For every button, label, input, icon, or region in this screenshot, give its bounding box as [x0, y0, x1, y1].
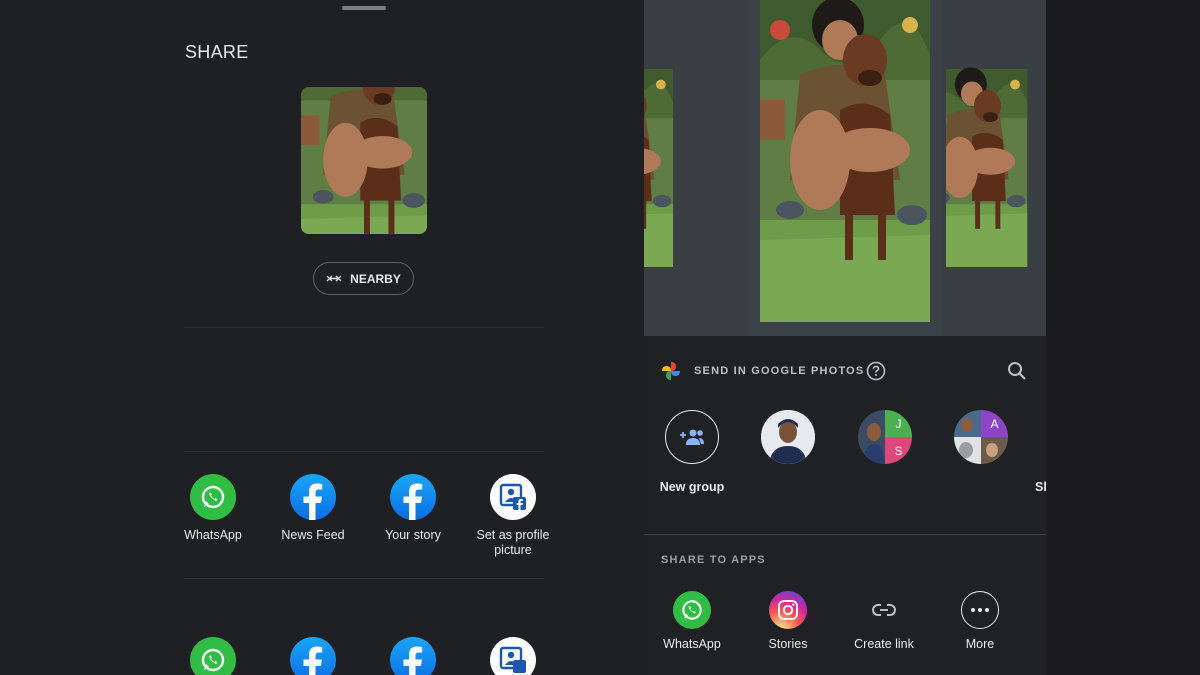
divider: [184, 327, 544, 328]
nearby-icon: [326, 275, 342, 281]
send-in-google-photos-label: SEND IN GOOGLE PHOTOS: [694, 365, 865, 377]
avatar: [761, 410, 815, 464]
group-initial: J: [885, 410, 912, 437]
nearby-share-button[interactable]: NEARBY: [313, 262, 414, 295]
app-whatsapp[interactable]: [163, 637, 263, 675]
app-whatsapp[interactable]: WhatsApp: [644, 591, 740, 651]
more-button[interactable]: More: [932, 591, 1028, 651]
app-label: Stories: [768, 637, 808, 651]
whatsapp-icon: [190, 637, 236, 675]
more-icon: [961, 591, 999, 629]
app-facebook[interactable]: [363, 637, 463, 675]
new-group-button[interactable]: New group: [657, 410, 727, 494]
send-in-google-photos-row: SEND IN GOOGLE PHOTOS: [644, 355, 1046, 387]
divider: [644, 534, 1046, 535]
link-icon: [865, 591, 903, 629]
app-set-profile-picture[interactable]: Set as profile picture: [463, 474, 563, 558]
search-icon[interactable]: [1006, 360, 1028, 382]
app-label: WhatsApp: [663, 637, 721, 651]
google-photos-icon: [662, 362, 680, 380]
share-sheet: SHARE NEARBY WhatsApp News Feed Your sto…: [0, 0, 644, 675]
add-group-icon: [665, 410, 719, 464]
app-label: More: [965, 637, 995, 651]
app-label: Your story: [385, 528, 441, 542]
contact-label: New group: [659, 480, 725, 494]
background-margin: [1046, 0, 1200, 675]
photo-thumbnail[interactable]: [946, 0, 1046, 336]
facebook-icon: [290, 474, 336, 520]
app-row: WhatsApp News Feed Your story Set as pro…: [163, 474, 563, 558]
group-initial: S: [885, 437, 912, 464]
share-to-apps-row: WhatsApp Stories Create link More: [644, 591, 1046, 661]
app-label: News Feed: [281, 528, 345, 542]
facebook-icon: [390, 474, 436, 520]
nearby-label: NEARBY: [350, 271, 401, 286]
instagram-icon: [769, 591, 807, 629]
whatsapp-icon: [190, 474, 236, 520]
facebook-profile-icon: [490, 637, 536, 675]
facebook-icon: [390, 637, 436, 675]
app-facebook-profile[interactable]: [463, 637, 563, 675]
whatsapp-icon: [673, 591, 711, 629]
app-your-story[interactable]: Your story: [363, 474, 463, 558]
help-icon[interactable]: [866, 361, 886, 381]
facebook-profile-icon: [490, 474, 536, 520]
app-facebook[interactable]: [263, 637, 363, 675]
divider: [184, 578, 544, 579]
contact-group-avatar[interactable]: J S: [850, 410, 920, 480]
share-to-apps-label: SHARE TO APPS: [661, 554, 766, 566]
share-title: SHARE: [185, 42, 249, 62]
group-avatar: J S: [858, 410, 912, 464]
contact-partial[interactable]: Sh: [1000, 410, 1046, 494]
facebook-icon: [290, 637, 336, 675]
app-news-feed[interactable]: News Feed: [263, 474, 363, 558]
app-instagram-stories[interactable]: Stories: [740, 591, 836, 651]
app-label: Set as profile picture: [476, 528, 550, 557]
photo-thumbnail[interactable]: [644, 0, 744, 336]
contact-label: Sh: [1035, 480, 1046, 494]
selected-photo[interactable]: [748, 0, 942, 336]
create-link-button[interactable]: Create link: [836, 591, 932, 651]
contact-avatar[interactable]: [753, 410, 823, 480]
google-photos-share-sheet: SEND IN GOOGLE PHOTOS New group J S A S …: [644, 0, 1046, 675]
photo-preview: [301, 87, 427, 234]
app-row-partial: [163, 637, 563, 675]
contact-suggestions: New group J S A S: [644, 410, 1046, 510]
app-label: Create link: [854, 637, 914, 651]
app-whatsapp[interactable]: WhatsApp: [163, 474, 263, 558]
app-label: WhatsApp: [184, 528, 242, 542]
drag-handle[interactable]: [342, 6, 386, 10]
photo-strip: [644, 0, 1046, 336]
divider: [184, 451, 544, 452]
